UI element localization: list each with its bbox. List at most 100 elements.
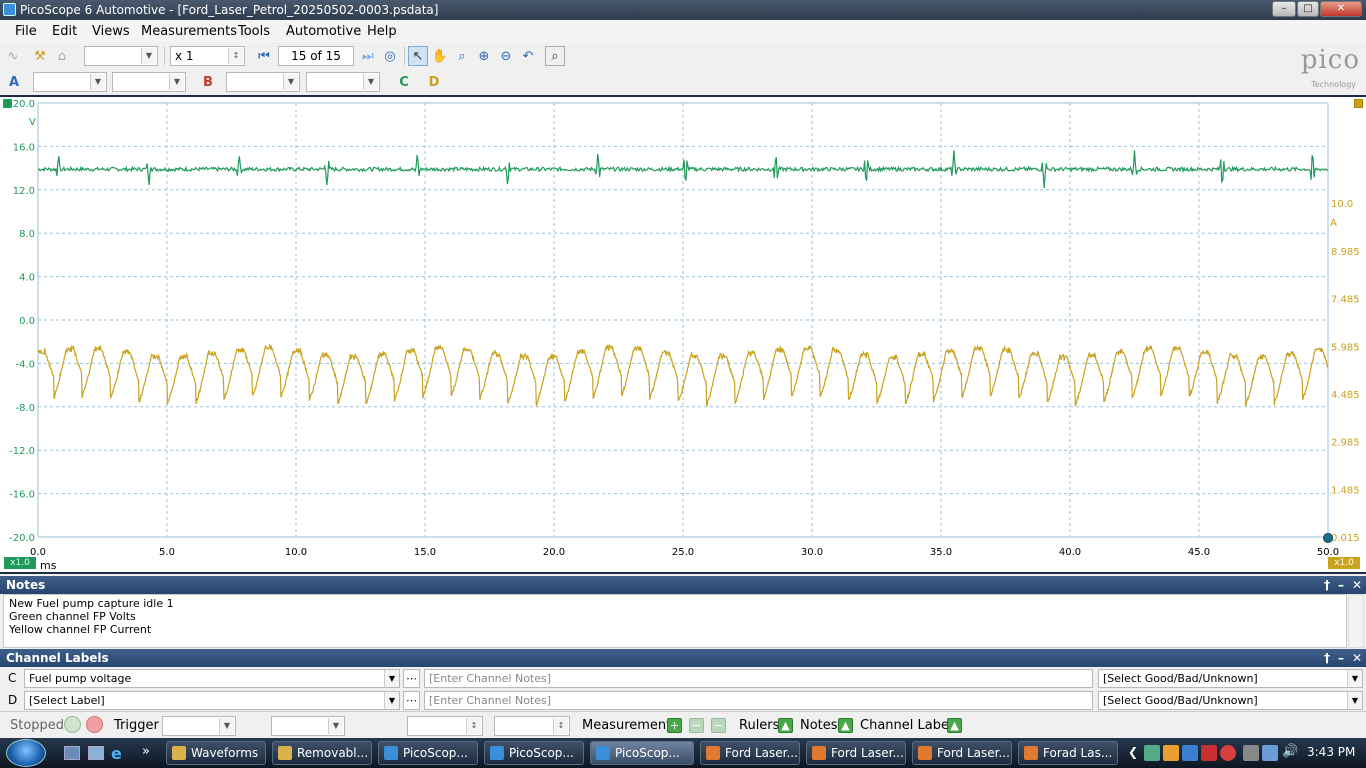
timebase-select[interactable]: ▼ [84, 46, 158, 66]
channel-toolbar: A ▼ ▼ B ▼ ▼ C D [0, 69, 1366, 95]
zoom-out-icon[interactable]: ⊖ [496, 46, 516, 66]
channel-b-coupling-select[interactable]: ▼ [306, 72, 380, 92]
trigger-mode-select[interactable]: ▼ [162, 716, 236, 736]
channel-c-label-value: Fuel pump voltage [29, 672, 132, 685]
close-panel-icon[interactable]: ✕ [1352, 649, 1362, 667]
pointer-tool-icon[interactable]: ↖ [408, 46, 428, 66]
add-measurement-icon[interactable]: + [667, 718, 682, 733]
tray-security-icon[interactable] [1201, 745, 1217, 761]
x-tick-label: 20.0 [543, 547, 565, 558]
probe-icon[interactable]: ⚒ [30, 46, 50, 66]
maximize-button[interactable]: □ [1297, 1, 1319, 17]
zoom-overview-icon[interactable]: ⌕ [545, 46, 565, 66]
start-button[interactable] [6, 739, 46, 767]
left-y-tick-label: 4.0 [19, 273, 35, 284]
notes-scrollbar[interactable] [1348, 594, 1364, 648]
channel-d-label-select[interactable]: [Select Label] ▼ [24, 691, 400, 710]
channel-d-quality-select[interactable]: [Select Good/Bad/Unknown] ▼ [1098, 691, 1363, 710]
tray-app-icon[interactable] [1163, 745, 1179, 761]
tray-volume-icon[interactable]: 🔊 [1282, 744, 1298, 759]
channel-c-quality-select[interactable]: [Select Good/Bad/Unknown] ▼ [1098, 669, 1363, 688]
channel-b-button[interactable]: B [198, 72, 218, 92]
taskbar-item[interactable]: PicoScop... [378, 741, 478, 765]
ruler-handle-icon[interactable] [1323, 533, 1333, 543]
channel-c-label-select[interactable]: Fuel pump voltage ▼ [24, 669, 400, 688]
undo-zoom-icon[interactable]: ↶ [518, 46, 538, 66]
taskbar-item[interactable]: PicoScop... [484, 741, 584, 765]
notes-text-area[interactable]: New Fuel pump capture idle 1 Green chann… [3, 594, 1347, 648]
menu-tools[interactable]: Tools [238, 24, 270, 39]
taskbar-item[interactable]: Ford Laser... [806, 741, 906, 765]
pin-icon[interactable]: † [1324, 576, 1330, 594]
menu-measurements[interactable]: Measurements [141, 24, 237, 39]
channel-c-more-button[interactable]: ⋯ [403, 669, 420, 688]
channel-b-range-select[interactable]: ▼ [226, 72, 300, 92]
right-y-tick-label: 1.485 [1331, 485, 1360, 496]
close-button[interactable]: ✕ [1320, 1, 1362, 17]
channel-c-button[interactable]: C [394, 72, 414, 92]
channel-d-button[interactable]: D [424, 72, 444, 92]
zoom-stepper[interactable]: x 1 ↕ [170, 46, 245, 66]
tray-network-icon[interactable] [1144, 745, 1160, 761]
switch-windows-icon[interactable] [88, 746, 104, 760]
menu-automotive[interactable]: Automotive [286, 24, 361, 39]
taskbar-item-active[interactable]: PicoScop... [590, 741, 694, 765]
trigger-threshold-field[interactable]: ↕ [407, 716, 483, 736]
minimize-button[interactable]: – [1272, 1, 1296, 17]
internet-explorer-icon[interactable]: e [111, 744, 122, 763]
taskbar-item[interactable]: Forad Las... [1018, 741, 1118, 765]
show-desktop-icon[interactable] [64, 746, 80, 760]
last-buffer-icon[interactable]: ⏭ [358, 46, 378, 66]
taskbar-item[interactable]: Ford Laser... [700, 741, 800, 765]
hand-tool-icon[interactable]: ✋ [430, 46, 450, 66]
close-panel-icon[interactable]: ✕ [1352, 576, 1362, 594]
channel-c-notes-input[interactable]: [Enter Channel Notes] [424, 669, 1093, 688]
channel-a-coupling-select[interactable]: ▼ [112, 72, 186, 92]
tray-display-icon[interactable] [1262, 745, 1278, 761]
start-capture-icon[interactable] [64, 716, 81, 733]
tray-usb-icon[interactable] [1243, 745, 1259, 761]
compass-icon[interactable]: ◎ [380, 46, 400, 66]
right-scale-badge[interactable]: x1.0 [1328, 557, 1360, 569]
left-scale-badge[interactable]: x1.0 [4, 557, 36, 569]
menu-file[interactable]: File [15, 24, 37, 39]
channel-d-more-button[interactable]: ⋯ [403, 691, 420, 710]
trigger-channel-select[interactable]: ▼ [271, 716, 345, 736]
clock[interactable]: 3:43 PM [1307, 745, 1355, 759]
delete-measurement-icon[interactable]: − [711, 718, 726, 733]
home-icon[interactable]: ⌂ [52, 46, 72, 66]
pin-icon[interactable]: † [1324, 649, 1330, 667]
notes-toggle-icon[interactable]: ▲ [838, 718, 853, 733]
quick-launch-more-icon[interactable]: » [142, 744, 150, 759]
channel-labels-toggle-icon[interactable]: ▲ [947, 718, 962, 733]
zoom-in-icon[interactable]: ⊕ [474, 46, 494, 66]
channel-d-quality-value: [Select Good/Bad/Unknown] [1103, 694, 1258, 707]
trigger-position-field[interactable]: ↕ [494, 716, 570, 736]
status-bar: Stopped Trigger ▼ ▼ ↕ ↕ Measurements + −… [0, 711, 1366, 738]
signal-icon[interactable]: ∿ [3, 46, 23, 66]
channel-a-button[interactable]: A [4, 72, 24, 92]
scope-view[interactable]: 0.0 5.0 10.0 15.0 20.0 25.0 30.0 35.0 40.0 45.0 50… [0, 95, 1366, 574]
channel-a-range-select[interactable]: ▼ [33, 72, 107, 92]
minimize-panel-icon[interactable]: – [1338, 649, 1344, 667]
tray-expand-icon[interactable]: ❮ [1128, 745, 1138, 759]
scope-plot[interactable]: 0.0 5.0 10.0 15.0 20.0 25.0 30.0 35.0 40.0 45.0 50… [0, 97, 1366, 572]
channel-d-notes-input[interactable]: [Enter Channel Notes] [424, 691, 1093, 710]
rulers-toggle-icon[interactable]: ▲ [778, 718, 793, 733]
taskbar-item[interactable]: Removabl... [272, 741, 372, 765]
edit-measurement-icon[interactable]: − [689, 718, 704, 733]
tray-antivirus-icon[interactable] [1220, 745, 1236, 761]
menu-views[interactable]: Views [92, 24, 130, 39]
taskbar-item[interactable]: Waveforms [166, 741, 266, 765]
menu-help[interactable]: Help [367, 24, 397, 39]
buffer-position-field[interactable]: 15 of 15 [278, 46, 354, 66]
zoom-tool-icon[interactable]: ⌕ [452, 46, 472, 66]
taskbar-item[interactable]: Ford Laser... [912, 741, 1012, 765]
channel-d-marker-icon[interactable] [1354, 99, 1363, 108]
tray-update-icon[interactable] [1182, 745, 1198, 761]
menu-edit[interactable]: Edit [52, 24, 77, 39]
stop-capture-icon[interactable] [86, 716, 103, 733]
channel-c-marker-icon[interactable] [3, 99, 12, 108]
first-buffer-icon[interactable]: ⏮ [254, 46, 274, 66]
minimize-panel-icon[interactable]: – [1338, 576, 1344, 594]
